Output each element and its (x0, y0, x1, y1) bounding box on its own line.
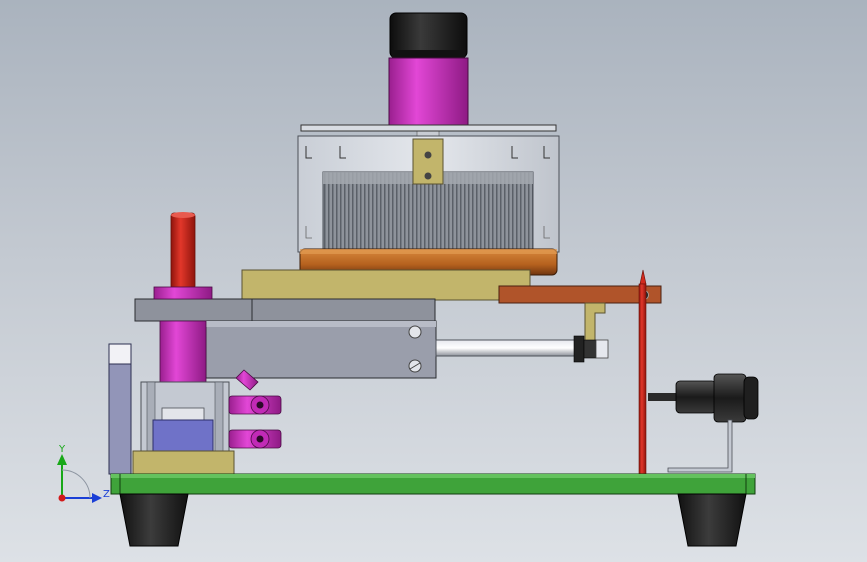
pneumatic-cylinder[interactable] (205, 320, 609, 379)
cylinder-body (205, 320, 437, 379)
red-rod-right (638, 269, 647, 475)
z-axis-arrow (92, 493, 102, 503)
sensor-connector[interactable] (648, 373, 759, 473)
crossbar (134, 298, 436, 322)
connector-cable (648, 393, 678, 401)
cylinder-port-top (408, 325, 422, 339)
air-fittings[interactable] (228, 369, 282, 449)
rod-end-clevis (573, 335, 609, 363)
motor-body (388, 57, 469, 128)
cad-viewport[interactable]: Y Z (0, 0, 867, 562)
blue-block (152, 419, 214, 454)
triad-arc (61, 469, 91, 499)
z-axis-label: Z (103, 489, 110, 500)
connector-body (675, 380, 717, 414)
origin-dot (58, 494, 66, 502)
motor-assembly[interactable] (297, 12, 560, 276)
foot-left (119, 493, 189, 547)
mounting-bracket (241, 269, 531, 301)
fitting-upper (228, 395, 282, 415)
connector-face (743, 376, 759, 420)
red-piston-rod (170, 212, 196, 290)
fitting-lower (228, 429, 282, 449)
connector-nut (713, 373, 747, 423)
foot-right (677, 493, 747, 547)
arm-hanger (584, 302, 606, 346)
y-axis-label: Y (58, 444, 66, 455)
collar (153, 286, 213, 300)
connector-bracket (667, 419, 733, 473)
motor-cap (389, 12, 468, 59)
base-plate (110, 473, 756, 495)
assembly-drawing: Y Z (57, 12, 759, 547)
y-axis-arrow (57, 454, 67, 465)
tan-base-block (132, 450, 235, 475)
left-upright (108, 343, 132, 475)
shaft-bracket (412, 138, 444, 185)
coordinate-triad[interactable]: Y Z (57, 444, 110, 503)
piston-rod (435, 339, 577, 357)
